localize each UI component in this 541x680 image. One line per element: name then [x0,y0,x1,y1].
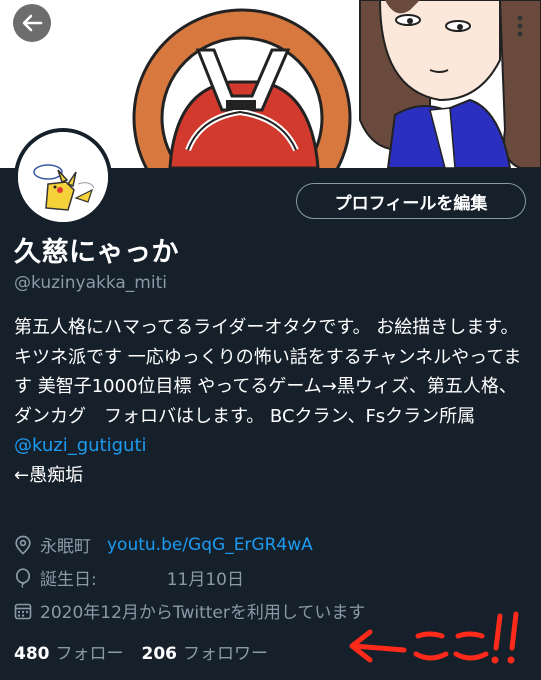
location-text: 永眠町 [40,537,91,557]
avatar-image [18,132,108,222]
back-arrow-icon [22,14,43,32]
back-button[interactable] [13,4,51,42]
following-count[interactable]: 480 [14,644,50,664]
handwritten-annotation-arrow [349,611,519,664]
location-row: 永眠町 youtu.be/GqG_ErGR4wA [14,532,313,557]
more-button[interactable] [513,12,527,40]
profile-bio: 第五人格にハマってるライダーオタクです。 お絵描きします。 キツネ派です 一応ゆ… [14,313,534,490]
location-pin-icon [15,535,31,555]
joined-row: 2020年12月からTwitterを利用しています [14,598,365,623]
more-icon [517,15,523,37]
bio-text: 第五人格にハマってるライダーオタクです。 お絵描きします。 キツネ派です 一応ゆ… [14,317,522,427]
edit-profile-button[interactable]: プロフィールを編集 [296,183,526,219]
followers-count[interactable]: 206 [142,644,178,664]
birthday-value: 11月10日 [166,570,244,590]
following-label[interactable]: フォロー [56,639,124,664]
followers-label[interactable]: フォロワー [183,639,268,664]
balloon-icon [15,567,31,588]
birthday-row: 誕生日: 11月10日 [14,565,244,590]
birthday-label: 誕生日: [40,570,97,590]
user-handle: @kuzinyakka_miti [14,273,167,293]
website-link[interactable]: youtu.be/GqG_ErGR4wA [107,535,313,555]
calendar-icon [14,603,32,619]
bio-mention-link[interactable]: @kuzi_gutiguti [14,435,147,456]
follow-stats: 480 フォロー 206 フォロワー [14,639,286,664]
bio-tail-text: ←愚痴垢 [14,464,84,486]
avatar[interactable] [14,128,112,226]
display-name: 久慈にゃっか [14,237,179,268]
joined-text: 2020年12月からTwitterを利用しています [40,603,366,623]
